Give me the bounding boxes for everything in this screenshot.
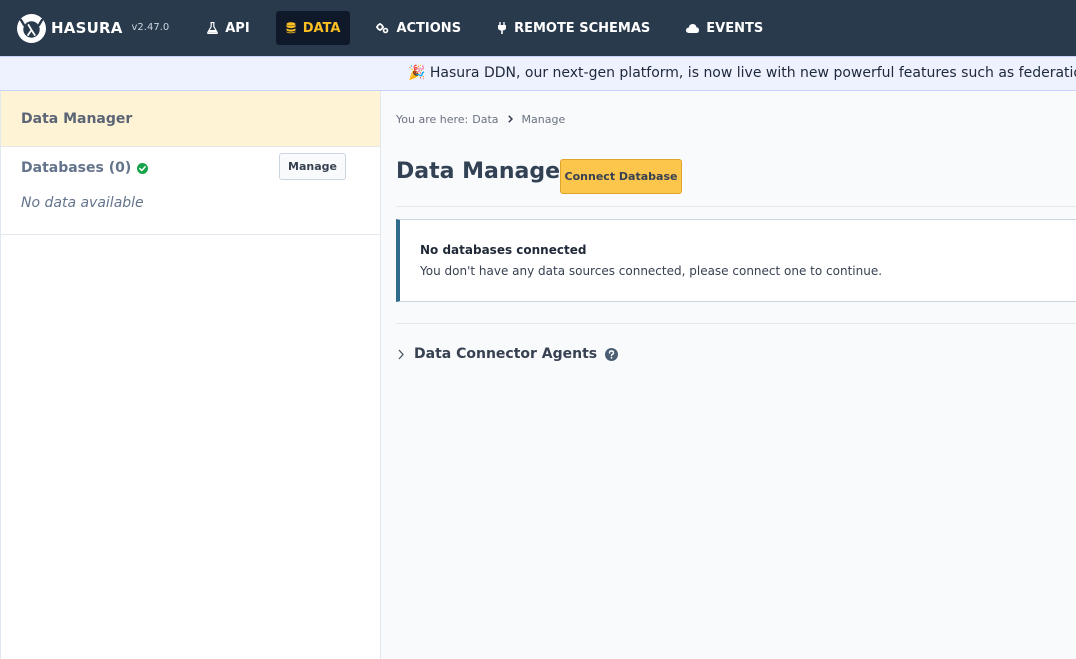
connect-database-button[interactable]: Connect Database: [560, 159, 682, 194]
empty-state-text: No data available: [21, 195, 144, 211]
banner-text: 🎉 Hasura DDN, our next-gen platform, is …: [408, 65, 1076, 81]
nav-actions[interactable]: ACTIONS: [366, 11, 471, 45]
nav-remote-schemas[interactable]: REMOTE SCHEMAS: [487, 11, 660, 45]
hasura-logo[interactable]: HASURA v2.47.0: [17, 0, 169, 56]
database-icon: [286, 22, 296, 34]
breadcrumb-data-link[interactable]: Data: [472, 113, 498, 126]
nav-data[interactable]: DATA: [275, 11, 351, 45]
manage-button[interactable]: Manage: [279, 153, 346, 180]
nav-events-label: EVENTS: [706, 20, 764, 36]
databases-heading: Databases (0): [21, 160, 149, 176]
main-content: You are here: Data Manage Data Manager C…: [382, 91, 1076, 659]
databases-label: Databases (0): [21, 160, 132, 176]
nav-api-label: API: [225, 20, 250, 36]
flask-icon: [207, 22, 219, 34]
cloud-icon: [686, 23, 700, 33]
databases-section: Databases (0) Manage No data available: [1, 147, 380, 235]
banner-message: Hasura DDN, our next-gen platform, is no…: [429, 65, 1076, 81]
nav-api[interactable]: API: [197, 11, 259, 45]
party-popper-icon: 🎉: [408, 65, 426, 81]
data-connector-agents-label: Data Connector Agents: [414, 346, 598, 362]
breadcrumb-prefix: You are here:: [396, 113, 469, 126]
announcement-banner[interactable]: 🎉 Hasura DDN, our next-gen platform, is …: [0, 56, 1076, 91]
chevron-right-icon: [507, 113, 513, 126]
breadcrumb: You are here: Data Manage: [396, 113, 565, 126]
gears-icon: [376, 22, 389, 34]
alert-title: No databases connected: [420, 243, 587, 257]
version-label: v2.47.0: [131, 21, 170, 33]
data-connector-agents-toggle[interactable]: Data Connector Agents: [398, 346, 619, 362]
top-navbar: HASURA v2.47.0 API DATA ACTIONS REMOTE S…: [0, 0, 1076, 56]
chevron-right-icon: [398, 349, 404, 360]
sidebar: Data Manager Databases (0) Manage No dat…: [0, 91, 381, 659]
nav-remote-schemas-label: REMOTE SCHEMAS: [514, 20, 651, 36]
page-title: Data Manager: [396, 159, 571, 184]
nav-data-label: DATA: [302, 20, 341, 36]
alert-body: You don't have any data sources connecte…: [420, 264, 883, 278]
divider: [396, 206, 1076, 207]
nav-events[interactable]: EVENTS: [676, 11, 773, 45]
logo-text: HASURA: [51, 19, 123, 37]
no-databases-alert: No databases connected You don't have an…: [396, 219, 1076, 302]
breadcrumb-manage: Manage: [521, 113, 566, 126]
plug-icon: [497, 22, 507, 34]
help-circle-icon[interactable]: [605, 347, 619, 361]
sidebar-title[interactable]: Data Manager: [1, 91, 380, 147]
hasura-logo-icon: [17, 13, 46, 43]
divider: [396, 323, 1076, 324]
nav-actions-label: ACTIONS: [396, 20, 462, 36]
check-circle-icon: [137, 162, 149, 174]
